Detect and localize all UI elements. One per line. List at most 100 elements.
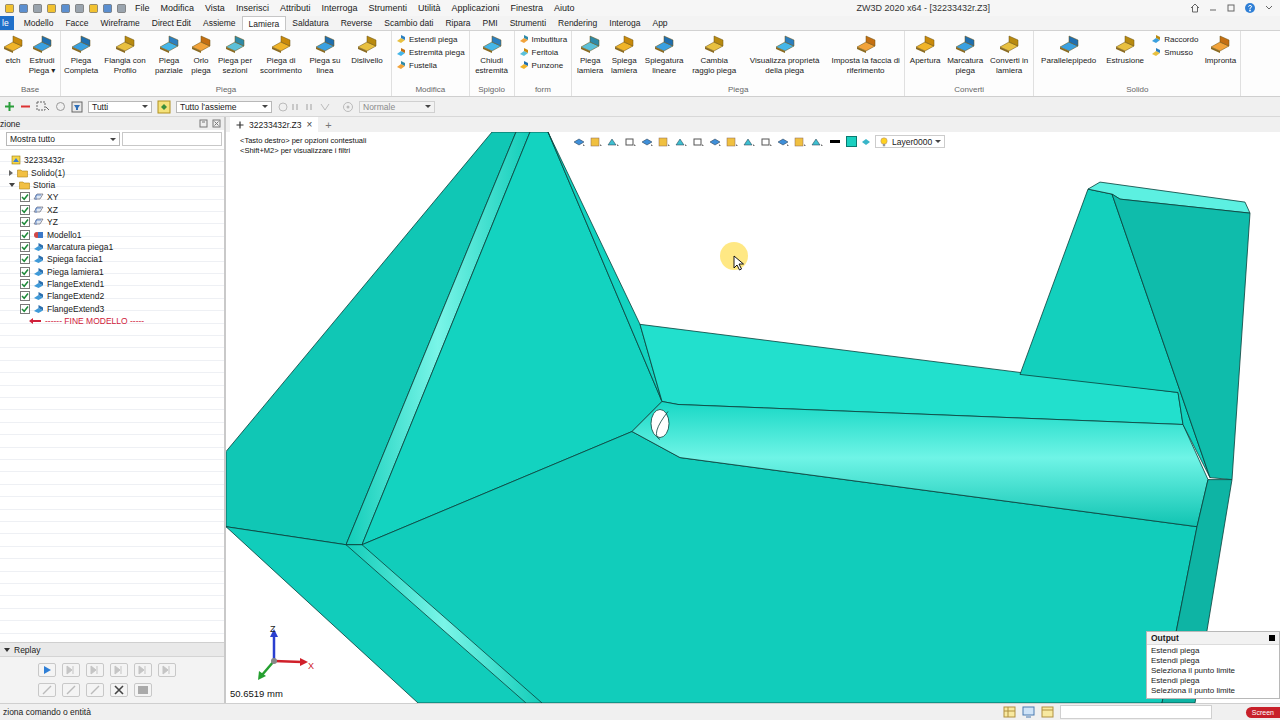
ribbon-tab[interactable]: PMI	[477, 16, 504, 30]
ribbon-button[interactable]: Spiegatura lineare	[641, 33, 687, 75]
step-icon[interactable]	[158, 663, 176, 677]
view-tool-icon[interactable]	[674, 136, 688, 148]
3d-viewport[interactable]: <Tasto destro> per opzioni contestuali<S…	[226, 132, 1280, 703]
quick-access-icon[interactable]	[60, 3, 71, 14]
view-tool-icon[interactable]	[606, 136, 620, 148]
expand-icon[interactable]	[9, 183, 15, 187]
tree-item[interactable]: FlangeExtend3	[8, 303, 224, 315]
ribbon-tab[interactable]: Reverse	[335, 16, 379, 30]
view-tool-icon[interactable]	[810, 136, 824, 148]
quick-access-icon[interactable]	[32, 3, 43, 14]
sheet-metal-part[interactable]	[226, 132, 1280, 703]
ribbon-tab[interactable]: Saldatura	[286, 16, 334, 30]
ribbon-small-button[interactable]: Estremità piega	[396, 47, 465, 57]
tree-item[interactable]: YZ	[8, 216, 224, 228]
quick-access-icon[interactable]	[46, 3, 57, 14]
ribbon-small-button[interactable]: Punzone	[519, 60, 568, 70]
ribbon-button[interactable]: Estrudi Piega ▾	[25, 33, 59, 75]
line-style-icon[interactable]	[830, 140, 840, 143]
ribbon-button[interactable]: Estrusione	[1102, 33, 1148, 66]
restore-icon[interactable]	[1226, 3, 1236, 13]
ribbon-button[interactable]: Piega per sezioni	[214, 33, 256, 75]
ribbon-tab[interactable]: App	[646, 16, 673, 30]
view-tool-icon[interactable]	[623, 136, 637, 148]
pin-icon[interactable]	[199, 119, 208, 128]
tree-item[interactable]: FlangeExtend1	[8, 278, 224, 290]
visibility-checkbox[interactable]	[20, 254, 30, 264]
view-tool-icon[interactable]	[793, 136, 807, 148]
ribbon-tab[interactable]: Facce	[59, 16, 94, 30]
close-tab-button[interactable]: ×	[306, 119, 312, 130]
new-tab-button[interactable]: +	[318, 117, 338, 132]
step-icon[interactable]	[86, 663, 104, 677]
ribbon-button[interactable]: Piega Completa	[62, 33, 100, 75]
view-tool-icon[interactable]	[725, 136, 739, 148]
filter-dropdown[interactable]: Tutto l'assieme	[176, 101, 272, 113]
tree-folder[interactable]: Storia	[8, 179, 224, 191]
view-tool-icon[interactable]	[691, 136, 705, 148]
screen-icon[interactable]	[1022, 706, 1035, 718]
step-icon[interactable]	[62, 663, 80, 677]
close-icon[interactable]	[212, 119, 221, 128]
pick-icon[interactable]	[36, 101, 50, 112]
replay-header[interactable]: Replay	[0, 643, 224, 657]
expand-icon[interactable]	[9, 170, 13, 176]
tree-search-field[interactable]	[122, 132, 222, 146]
filter-icon[interactable]	[71, 101, 83, 113]
view-tool-icon[interactable]	[776, 136, 790, 148]
view-tool-icon[interactable]	[589, 136, 603, 148]
ribbon-tab[interactable]: Assieme	[197, 16, 242, 30]
display-icon[interactable]	[860, 136, 872, 148]
visibility-checkbox[interactable]	[20, 230, 30, 240]
visibility-checkbox[interactable]	[20, 291, 30, 301]
close-square-icon[interactable]	[1269, 635, 1275, 641]
tree-item[interactable]: Modello1	[8, 228, 224, 240]
ribbon-small-button[interactable]: Estendi piega	[396, 34, 465, 44]
visibility-checkbox[interactable]	[20, 279, 30, 289]
ribbon-small-button[interactable]: Smusso	[1151, 47, 1198, 57]
ribbon-button[interactable]: Parallelepipedo	[1035, 33, 1102, 66]
ribbon-button[interactable]: Piega parziale	[150, 33, 188, 75]
circle-icon[interactable]	[55, 101, 66, 112]
visibility-checkbox[interactable]	[20, 205, 30, 215]
ribbon-tab[interactable]: Modello	[18, 16, 60, 30]
ribbon-tab[interactable]: Direct Edit	[146, 16, 197, 30]
step-icon[interactable]	[110, 663, 128, 677]
menu-item[interactable]: Inserisci	[236, 3, 269, 13]
tree-item[interactable]: FlangeExtend2	[8, 290, 224, 302]
ribbon-tab[interactable]: Strumenti	[504, 16, 552, 30]
ribbon-button[interactable]: Spiega lamiera	[607, 33, 641, 75]
menu-item[interactable]: Vista	[205, 3, 225, 13]
visibility-checkbox[interactable]	[20, 304, 30, 314]
menu-item[interactable]: Aiuto	[554, 3, 575, 13]
quick-access-icon[interactable]	[102, 3, 113, 14]
home-icon[interactable]	[1190, 3, 1200, 13]
menu-item[interactable]: Modifica	[161, 3, 195, 13]
show-dropdown[interactable]: Mostra tutto	[6, 132, 120, 146]
ribbon-button[interactable]: Converti in lamiera	[986, 33, 1032, 75]
add-icon[interactable]	[4, 101, 15, 112]
tree-item[interactable]: XY	[8, 191, 224, 203]
view-tool-icon[interactable]	[657, 136, 671, 148]
replay-tool-icon[interactable]	[62, 683, 80, 697]
tree-item[interactable]: ------ FINE MODELLO -----	[8, 315, 224, 327]
view-tool-icon[interactable]	[640, 136, 654, 148]
ribbon-button[interactable]: Flangia con Profilo	[100, 33, 150, 75]
color-icon[interactable]	[846, 136, 857, 147]
quick-access-icon[interactable]	[74, 3, 85, 14]
tree-item[interactable]: Spiega faccia1	[8, 253, 224, 265]
replay-tool-icon[interactable]	[134, 683, 152, 697]
ribbon-tab[interactable]: Scambio dati	[378, 16, 439, 30]
tree-item[interactable]: Piega lamiera1	[8, 266, 224, 278]
document-tab[interactable]: 32233432r.Z3×	[230, 117, 318, 132]
visibility-checkbox[interactable]	[20, 267, 30, 277]
visibility-checkbox[interactable]	[20, 192, 30, 202]
tree-root[interactable]: 32233432r	[8, 154, 224, 166]
play-icon[interactable]	[38, 663, 56, 677]
replay-tool-icon[interactable]	[86, 683, 104, 697]
tree-item[interactable]: Marcatura piega1	[8, 241, 224, 253]
ribbon-small-button[interactable]: Feritoia	[519, 47, 568, 57]
ribbon-button[interactable]: Piega di scorrimento	[256, 33, 306, 75]
ribbon-tab[interactable]: le	[0, 16, 14, 30]
tree-item[interactable]: XZ	[8, 204, 224, 216]
